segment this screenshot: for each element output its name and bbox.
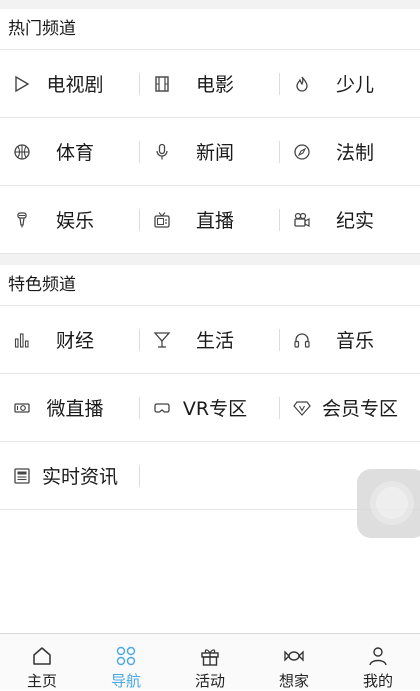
divider xyxy=(139,464,140,487)
channel-tv-drama[interactable]: 电视剧 xyxy=(0,50,140,117)
gift-icon xyxy=(199,645,221,667)
channel-movie[interactable]: 电影 xyxy=(140,50,280,117)
grid-circles-icon xyxy=(115,645,137,667)
channel-realtime-news[interactable]: 实时资讯 xyxy=(0,442,140,509)
channel-vr-zone[interactable]: VR专区 xyxy=(140,374,280,441)
channel-label: 电视剧 xyxy=(46,74,104,96)
channel-news[interactable]: 新闻 xyxy=(140,118,280,185)
channel-finance[interactable]: 财经 xyxy=(0,306,140,373)
newspaper-icon xyxy=(12,466,32,486)
floating-assistive-button[interactable] xyxy=(357,469,420,538)
channel-label: 微直播 xyxy=(46,398,104,420)
home-icon xyxy=(31,645,53,667)
channel-label: 纪实 xyxy=(335,210,374,232)
hot-row: 体育 新闻 法制 xyxy=(0,118,420,186)
channel-sports[interactable]: 体育 xyxy=(0,118,140,185)
channel-label: 新闻 xyxy=(195,142,234,164)
channel-label: 财经 xyxy=(55,330,94,352)
cocktail-glass-icon xyxy=(152,330,172,350)
flame-icon xyxy=(292,74,312,94)
channel-micro-live[interactable]: 微直播 xyxy=(0,374,140,441)
channel-label: 娱乐 xyxy=(55,210,94,232)
hot-row: 电视剧 电影 少儿 xyxy=(0,50,420,118)
camera-box-icon xyxy=(12,398,32,418)
channel-vip-zone[interactable]: 会员专区 xyxy=(280,374,420,441)
channel-documentary[interactable]: 纪实 xyxy=(280,186,420,253)
bottom-tab-bar: 主页 导航 活动 想家 我的 xyxy=(0,633,420,690)
tab-home[interactable]: 主页 xyxy=(0,634,84,690)
vr-goggles-icon xyxy=(152,398,172,418)
play-icon xyxy=(12,74,32,94)
basketball-icon xyxy=(12,142,32,162)
floating-button-dot xyxy=(376,487,408,519)
top-spacer xyxy=(0,0,420,9)
vip-diamond-icon xyxy=(292,398,312,418)
tab-homesick[interactable]: 想家 xyxy=(252,634,336,690)
channel-label: 少儿 xyxy=(335,74,374,96)
tab-navigation[interactable]: 导航 xyxy=(84,634,168,690)
tab-profile[interactable]: 我的 xyxy=(336,634,420,690)
video-camera-icon xyxy=(292,210,312,230)
channel-label: 会员专区 xyxy=(321,398,398,420)
featured-row: 财经 生活 音乐 xyxy=(0,306,420,374)
candy-icon xyxy=(283,645,305,667)
tab-activity[interactable]: 活动 xyxy=(168,634,252,690)
compass-icon xyxy=(292,142,312,162)
film-icon xyxy=(152,74,172,94)
headphones-icon xyxy=(292,330,312,350)
channel-entertainment[interactable]: 娱乐 xyxy=(0,186,140,253)
karaoke-mic-icon xyxy=(12,210,32,230)
channel-label: 生活 xyxy=(195,330,234,352)
channel-music[interactable]: 音乐 xyxy=(280,306,420,373)
hot-channels-title: 热门频道 xyxy=(0,9,420,50)
tv-icon xyxy=(152,210,172,230)
channel-law[interactable]: 法制 xyxy=(280,118,420,185)
channel-label: 法制 xyxy=(335,142,374,164)
featured-channels-title: 特色频道 xyxy=(0,265,420,306)
channel-label: 电影 xyxy=(195,74,234,96)
section-gap xyxy=(0,254,420,265)
channel-label: VR专区 xyxy=(182,398,248,420)
channel-life[interactable]: 生活 xyxy=(140,306,280,373)
channel-live[interactable]: 直播 xyxy=(140,186,280,253)
featured-row: 微直播 VR专区 会员专区 xyxy=(0,374,420,442)
bar-chart-icon xyxy=(12,330,32,350)
hot-row: 娱乐 直播 纪实 xyxy=(0,186,420,254)
channel-label: 实时资讯 xyxy=(41,466,118,488)
channel-label: 音乐 xyxy=(335,330,374,352)
channel-label: 直播 xyxy=(195,210,234,232)
user-icon xyxy=(367,645,389,667)
channel-label: 体育 xyxy=(55,142,94,164)
channel-kids[interactable]: 少儿 xyxy=(280,50,420,117)
microphone-icon xyxy=(152,142,172,162)
